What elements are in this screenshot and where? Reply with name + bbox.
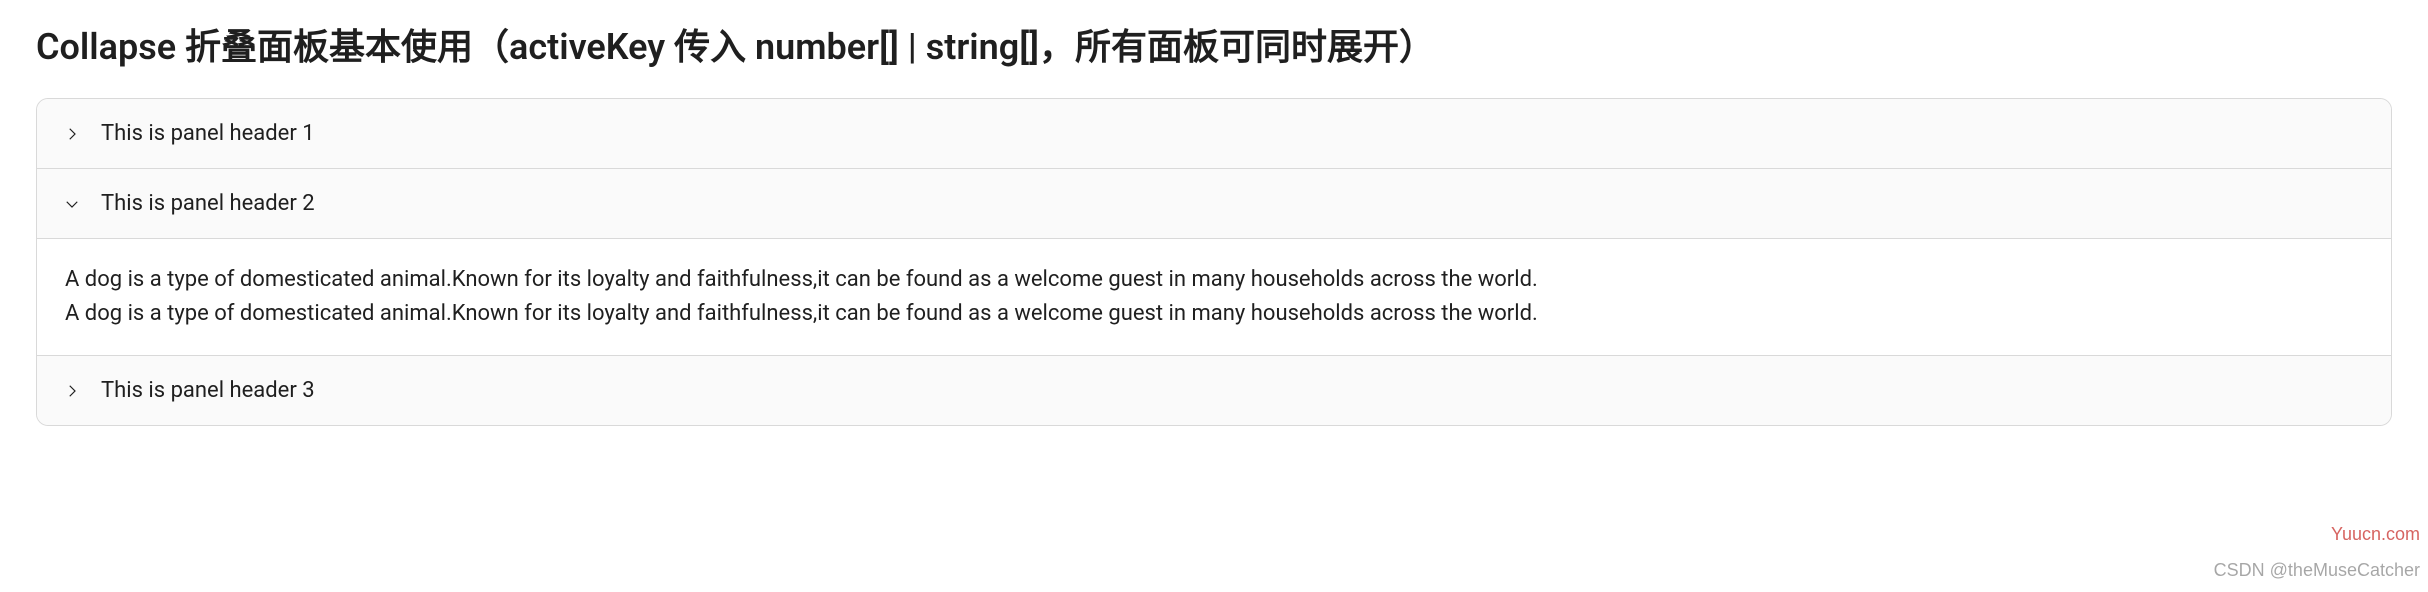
collapse-header-label: This is panel header 2: [101, 187, 315, 220]
collapse-panel-3: This is panel header 3: [37, 356, 2391, 425]
collapse-header-2[interactable]: This is panel header 2: [37, 169, 2391, 238]
collapse-header-3[interactable]: This is panel header 3: [37, 356, 2391, 425]
chevron-down-icon: [63, 195, 81, 213]
collapse-header-1[interactable]: This is panel header 1: [37, 99, 2391, 168]
watermark-site: Yuucn.com: [2331, 521, 2420, 548]
collapse-header-label: This is panel header 3: [101, 374, 315, 407]
collapse-panel-2: This is panel header 2 A dog is a type o…: [37, 169, 2391, 356]
collapse-content-line: A dog is a type of domesticated animal.K…: [65, 263, 2363, 297]
page-title: Collapse 折叠面板基本使用（activeKey 传入 number[] …: [36, 20, 2392, 74]
collapse-content-line: A dog is a type of domesticated animal.K…: [65, 297, 2363, 331]
watermark-author: CSDN @theMuseCatcher: [2214, 557, 2420, 584]
collapse-panel-1: This is panel header 1: [37, 99, 2391, 169]
chevron-right-icon: [63, 382, 81, 400]
chevron-right-icon: [63, 125, 81, 143]
collapse-container: This is panel header 1 This is panel hea…: [36, 98, 2392, 426]
collapse-header-label: This is panel header 1: [101, 117, 315, 150]
collapse-content-2: A dog is a type of domesticated animal.K…: [37, 238, 2391, 355]
